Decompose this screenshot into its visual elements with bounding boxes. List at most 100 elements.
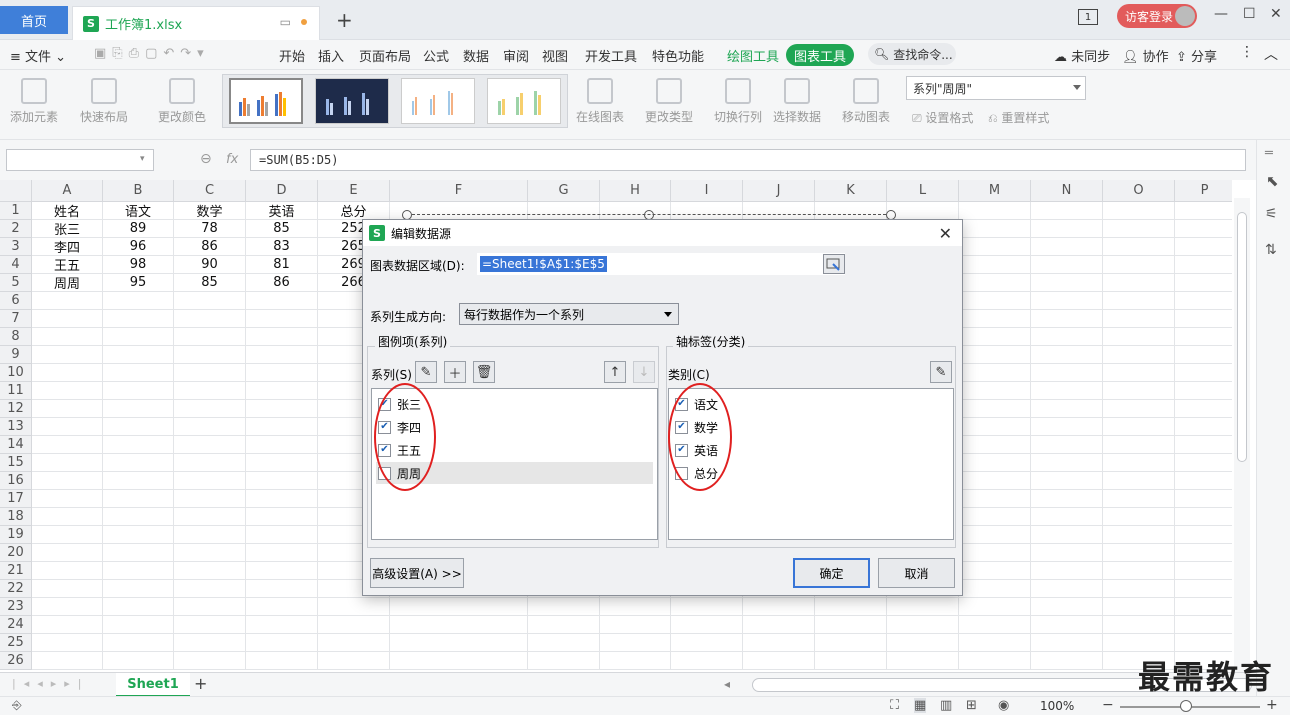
menu-review[interactable]: 审阅 [503,46,529,65]
cell[interactable] [103,526,174,544]
share-button[interactable]: ⇪ 分享 [1176,46,1217,65]
cell[interactable]: 周周 [32,274,103,292]
cell[interactable] [671,598,743,616]
cell[interactable] [1031,454,1103,472]
cell[interactable] [246,418,318,436]
cell[interactable] [246,364,318,382]
scroll-left-icon[interactable]: ◂ [724,677,730,691]
cell[interactable] [1175,634,1232,652]
cell[interactable] [246,544,318,562]
cell[interactable] [1103,256,1175,274]
column-header[interactable]: E [318,180,390,202]
cell[interactable] [1031,616,1103,634]
move-chart-button[interactable]: 移动图表 [842,78,890,125]
cell[interactable] [815,598,887,616]
cell[interactable] [815,652,887,670]
cell[interactable] [103,292,174,310]
zoom-in-icon[interactable]: + [1266,697,1278,713]
column-header[interactable]: G [528,180,600,202]
set-format-button[interactable]: ⎚ 设置格式 [912,109,973,126]
cell[interactable] [1103,436,1175,454]
cell[interactable] [1175,598,1232,616]
cell[interactable] [32,400,103,418]
cell[interactable] [1103,490,1175,508]
cell[interactable] [1103,310,1175,328]
cell[interactable] [246,508,318,526]
cell[interactable] [174,346,246,364]
cell[interactable] [671,616,743,634]
page-break-icon[interactable]: ⊞ [966,698,977,713]
cell[interactable] [1031,562,1103,580]
select-all-corner[interactable] [0,180,32,202]
cell[interactable] [32,382,103,400]
cell[interactable] [174,616,246,634]
cell[interactable] [528,652,600,670]
cell[interactable] [1175,310,1232,328]
cell[interactable] [959,634,1031,652]
add-sheet-icon[interactable]: + [194,674,207,693]
cell[interactable] [1103,454,1175,472]
cell[interactable] [959,382,1031,400]
cell[interactable] [246,526,318,544]
screen-icon[interactable]: ▭ [280,15,291,29]
cell[interactable] [32,292,103,310]
menu-page-layout[interactable]: 页面布局 [359,46,411,65]
menu-view[interactable]: 视图 [542,46,568,65]
fullscreen-icon[interactable]: ⛶ [890,698,899,713]
chart-style-1[interactable] [229,78,303,124]
cell[interactable] [32,508,103,526]
row-header[interactable]: 21 [0,562,32,580]
cell[interactable] [103,382,174,400]
cell[interactable] [103,544,174,562]
cell[interactable] [32,652,103,670]
direction-select[interactable]: 每行数据作为一个系列 [459,303,679,325]
cell[interactable] [600,598,671,616]
chart-style-4[interactable] [487,78,561,124]
cell[interactable] [174,382,246,400]
formula-input[interactable]: =SUM(B5:D5) [250,149,1246,171]
delete-series-button[interactable]: 🗑︎ [473,361,495,383]
cell[interactable] [671,652,743,670]
cell[interactable] [600,652,671,670]
cell[interactable]: 86 [174,238,246,256]
panel-menu-icon[interactable]: ═ [1265,146,1273,161]
cell[interactable] [959,364,1031,382]
cell[interactable] [1103,346,1175,364]
row-header[interactable]: 22 [0,580,32,598]
cell[interactable] [1031,490,1103,508]
cell[interactable]: 90 [174,256,246,274]
cell[interactable] [1175,202,1232,220]
new-tab-button[interactable]: + [336,8,353,32]
cell[interactable] [174,526,246,544]
cell[interactable] [174,454,246,472]
menu-chart-tools[interactable]: 图表工具 [786,44,854,66]
row-header[interactable]: 11 [0,382,32,400]
cell[interactable] [1175,274,1232,292]
cell[interactable] [390,634,528,652]
cell[interactable] [600,634,671,652]
cell[interactable] [32,436,103,454]
cell[interactable] [1103,418,1175,436]
column-header[interactable]: N [1031,180,1103,202]
cell[interactable] [174,544,246,562]
edit-series-button[interactable]: ✎ [415,361,437,383]
cell[interactable] [887,616,959,634]
row-header[interactable]: 4 [0,256,32,274]
cell[interactable] [600,202,671,220]
sliders-icon[interactable]: ⚟ [1265,206,1278,222]
cell[interactable] [32,454,103,472]
cell[interactable] [1175,490,1232,508]
cell[interactable] [246,436,318,454]
command-search[interactable]: 🔍︎ 查找命令... [868,43,956,65]
cell[interactable] [1103,616,1175,634]
cell[interactable] [959,562,1031,580]
cell[interactable] [959,472,1031,490]
visitor-login-button[interactable]: 访客登录 [1117,4,1197,28]
cell[interactable]: 85 [246,220,318,238]
cell[interactable] [246,490,318,508]
cell[interactable] [1103,598,1175,616]
cell[interactable] [103,490,174,508]
cell[interactable] [959,526,1031,544]
cell[interactable] [1175,346,1232,364]
cell[interactable] [1175,580,1232,598]
